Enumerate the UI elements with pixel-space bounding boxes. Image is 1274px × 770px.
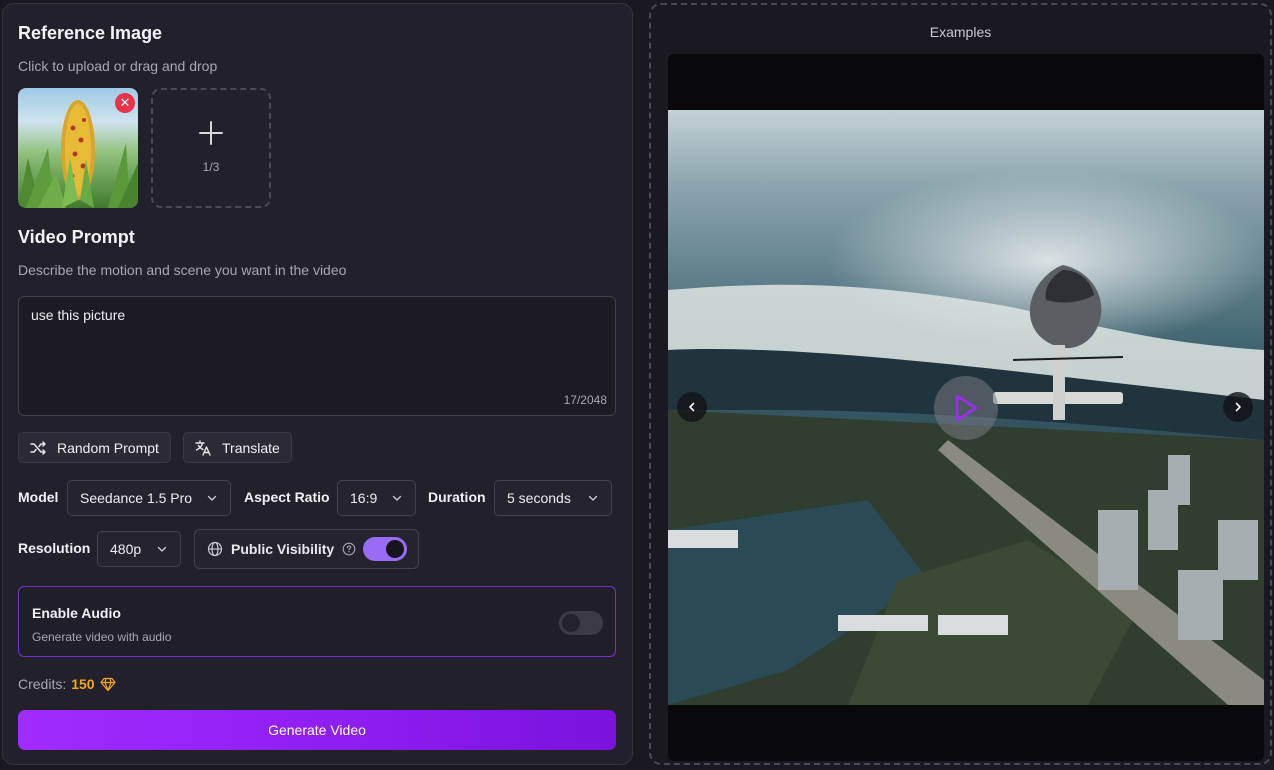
reference-image-title: Reference Image [18, 23, 163, 43]
generation-form-panel: Reference Image Click to upload or drag … [2, 3, 633, 765]
chevron-left-icon [689, 402, 695, 412]
enable-audio-toggle[interactable] [559, 611, 603, 635]
resolution-label: Resolution [18, 540, 91, 556]
resolution-select[interactable]: 480p [97, 531, 181, 567]
translate-label: Translate [222, 439, 280, 456]
play-button[interactable] [934, 376, 998, 440]
chevron-right-icon [1235, 402, 1241, 412]
diamond-icon [99, 677, 116, 691]
shuffle-icon [30, 440, 46, 455]
random-prompt-button[interactable]: Random Prompt [18, 432, 171, 463]
credits-value: 150 [71, 676, 95, 692]
aspect-ratio-label: Aspect Ratio [244, 489, 330, 505]
public-visibility-label: Public Visibility [231, 541, 335, 557]
add-image-slot[interactable]: 1/3 [151, 88, 271, 208]
help-circle-icon[interactable] [342, 542, 356, 556]
public-visibility-control: Public Visibility [194, 529, 419, 569]
aspect-ratio-select[interactable]: 16:9 [337, 480, 416, 516]
chevron-down-icon [207, 495, 217, 501]
resolution-value: 480p [110, 541, 142, 557]
duration-select[interactable]: 5 seconds [494, 480, 612, 516]
duration-label: Duration [428, 489, 486, 505]
model-label: Model [18, 489, 59, 505]
previous-example-button[interactable] [677, 392, 707, 422]
chevron-down-icon [392, 495, 402, 501]
examples-label: Examples [929, 24, 992, 40]
prompt-char-count: 17/2048 [563, 393, 607, 407]
image-slot-count: 1/3 [202, 160, 220, 174]
aspect-ratio-value: 16:9 [350, 490, 378, 506]
reference-image-subtitle: Click to upload or drag and drop [18, 58, 218, 74]
remove-image-button[interactable]: ✕ [115, 93, 135, 113]
enable-audio-card: Enable Audio Generate video with audio [18, 586, 616, 657]
next-example-button[interactable] [1223, 392, 1253, 422]
credits-label: Credits: [18, 676, 67, 692]
translate-icon [195, 439, 211, 456]
prompt-text: use this picture [31, 307, 126, 323]
toggle-knob [562, 614, 580, 632]
chevron-down-icon [588, 495, 598, 501]
video-prompt-subtitle: Describe the motion and scene you want i… [18, 262, 347, 278]
play-icon [955, 394, 978, 422]
random-prompt-label: Random Prompt [57, 439, 159, 456]
enable-audio-title: Enable Audio [32, 605, 121, 621]
plus-icon [199, 121, 223, 145]
prompt-textarea[interactable]: use this picture 17/2048 [18, 296, 616, 416]
examples-panel: Examples [649, 3, 1272, 765]
globe-icon [207, 541, 223, 557]
translate-button[interactable]: Translate [183, 432, 292, 463]
duration-value: 5 seconds [507, 490, 571, 506]
generate-video-button[interactable]: Generate Video [18, 710, 616, 750]
enable-audio-subtitle: Generate video with audio [32, 630, 172, 644]
video-prompt-title: Video Prompt [18, 227, 135, 247]
example-video-player[interactable] [668, 54, 1264, 761]
credits-display: Credits: 150 [18, 676, 116, 692]
model-value: Seedance 1.5 Pro [80, 490, 193, 506]
model-select[interactable]: Seedance 1.5 Pro [67, 480, 231, 516]
public-visibility-toggle[interactable] [363, 537, 407, 561]
toggle-knob [386, 540, 404, 558]
chevron-down-icon [157, 546, 167, 552]
